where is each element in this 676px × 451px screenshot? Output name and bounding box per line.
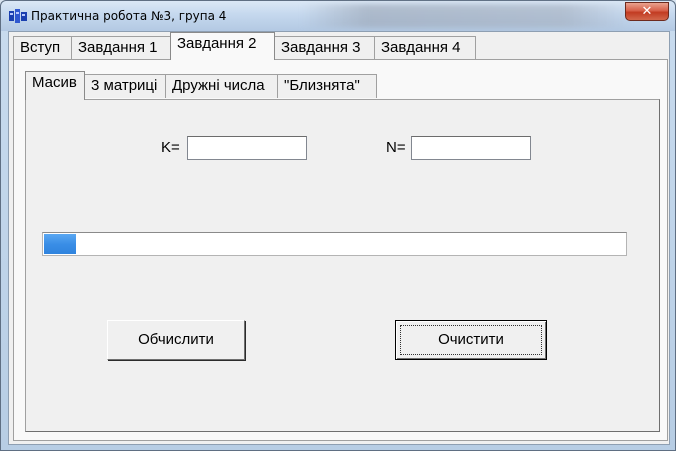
close-button[interactable]: ✕ [625,2,669,21]
background-title-blur [301,4,631,28]
tab-3-matrytsi[interactable]: 3 матриці [84,74,166,98]
progress-bar [42,232,627,256]
tab-page-masyv: K= N= Обчислити Очистити [25,99,660,432]
focus-rectangle [400,325,542,355]
tab-zavdannya-2[interactable]: Завдання 2 [170,32,275,60]
app-window: Практична робота №3, група 4 ✕ Вступ Зав… [0,0,676,451]
tab-blyznyata[interactable]: "Близнята" [277,74,377,98]
n-label: N= [386,139,406,156]
tab-label: Дружні числа [172,77,265,94]
tab-label: Завдання 2 [177,35,257,52]
tab-zavdannya-4[interactable]: Завдання 4 [374,36,476,60]
tab-label: Вступ [20,39,61,56]
calculate-button[interactable]: Обчислити [107,320,245,360]
close-icon: ✕ [641,4,653,19]
tab-label: Завдання 4 [381,39,461,56]
k-label: K= [161,139,180,156]
clear-button[interactable]: Очистити [395,320,547,360]
n-input[interactable] [411,136,531,160]
tab-label: 3 матриці [91,77,158,94]
tab-zavdannya-3[interactable]: Завдання 3 [274,36,375,60]
app-icon [9,9,27,23]
tab-label: Завдання 3 [281,39,361,56]
k-input[interactable] [187,136,307,160]
window-title: Практична робота №3, група 4 [31,9,227,23]
client-area: Вступ Завдання 1 Завдання 2 Завдання 3 З… [8,31,670,445]
tab-label: Завдання 1 [78,39,158,56]
tab-zavdannya-1[interactable]: Завдання 1 [71,36,171,60]
tab-vstup[interactable]: Вступ [13,36,72,60]
tab-druzhni-chysla[interactable]: Дружні числа [165,74,278,98]
calculate-button-label: Обчислити [138,331,214,348]
tab-masyv[interactable]: Масив [25,71,85,100]
progress-bar-fill [44,234,76,254]
tab-label: Масив [32,74,77,91]
tab-page-zavdannya-2: Масив 3 матриці Дружні числа "Близнята" … [13,59,668,441]
tab-label: "Близнята" [284,77,360,94]
title-bar[interactable]: Практична робота №3, група 4 ✕ [1,1,675,31]
